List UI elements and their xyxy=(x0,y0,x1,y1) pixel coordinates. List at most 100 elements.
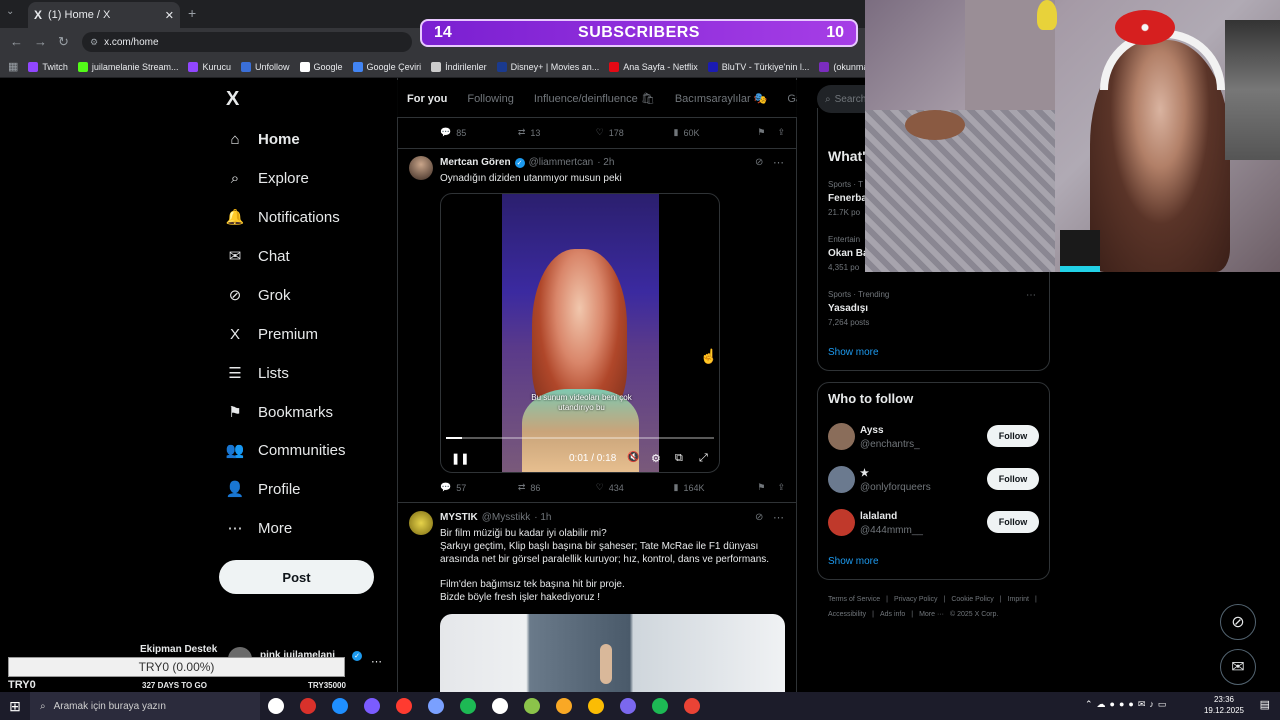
footer-link[interactable]: More ··· xyxy=(919,609,944,621)
trend-item[interactable]: Sports · T Fenerba 21.7K po xyxy=(828,178,867,220)
follow-button[interactable]: Follow xyxy=(987,425,1039,447)
sidebar-item-lists[interactable]: ☰ Lists xyxy=(226,364,289,383)
browser-tab[interactable]: X (1) Home / X ✕ xyxy=(28,2,180,28)
bookmark-item[interactable]: İndirilenler xyxy=(431,61,487,72)
taskbar-app-icon[interactable] xyxy=(452,692,484,720)
bookmark-item[interactable]: Twitch xyxy=(28,61,68,72)
sidebar-item-home[interactable]: ⌂ Home xyxy=(226,130,299,148)
messages-float-icon[interactable]: ✉ xyxy=(1220,649,1256,685)
views-button[interactable]: ▮ 164K xyxy=(674,482,758,493)
fullscreen-icon[interactable]: ⤢ xyxy=(699,452,708,465)
url-bar[interactable]: ⚙ x.com/home xyxy=(82,32,412,52)
back-icon[interactable]: ← xyxy=(10,34,23,49)
bookmark-item[interactable]: Kurucu xyxy=(188,61,231,72)
sidebar-item-notifications[interactable]: 🔔 Notifications xyxy=(226,208,340,227)
avatar[interactable] xyxy=(409,511,433,535)
repost-button[interactable]: ⇄ 86 xyxy=(518,482,596,493)
like-button[interactable]: ♡ 434 xyxy=(596,482,674,493)
bookmark-item[interactable]: BluTV - Türkiye'nin l... xyxy=(707,61,809,72)
taskbar-app-icon[interactable] xyxy=(356,692,388,720)
taskbar-app-icon[interactable] xyxy=(260,692,292,720)
taskbar-app-icon[interactable] xyxy=(612,692,644,720)
close-tab-icon[interactable]: ✕ xyxy=(165,9,174,22)
taskbar-search-input[interactable]: ⌕ Aramak için buraya yazın xyxy=(30,692,260,720)
follow-button[interactable]: Follow xyxy=(987,511,1039,533)
account-more-icon[interactable]: ⋯ xyxy=(371,655,382,668)
post-time[interactable]: · 1h xyxy=(534,512,551,523)
follow-suggestion[interactable]: lalaland @444mmm__ xyxy=(860,510,923,538)
picture-in-picture-icon[interactable]: ⧉ xyxy=(675,452,683,465)
footer-link[interactable]: Accessibility xyxy=(828,609,866,621)
post-media-image[interactable] xyxy=(440,614,785,692)
follow-suggestion[interactable]: Ayss @enchantrs_ xyxy=(860,424,920,452)
taskbar-app-icon[interactable] xyxy=(644,692,676,720)
more-options-icon[interactable]: ⋯ xyxy=(773,156,784,169)
more-options-icon[interactable]: ⋯ xyxy=(773,511,784,524)
taskbar-app-icon[interactable] xyxy=(388,692,420,720)
system-tray-icons[interactable]: ⌃☁●●●✉♪▭ xyxy=(1085,699,1170,710)
sidebar-item-grok[interactable]: ⊘ Grok xyxy=(226,286,291,305)
share-icon[interactable]: ⇪ xyxy=(777,127,785,138)
trend-more-icon[interactable]: ⋯ xyxy=(1026,290,1036,301)
apps-grid-icon[interactable]: ▦ xyxy=(8,60,18,73)
trend-item[interactable]: Entertain Okan Ba 4,351 po xyxy=(828,233,869,275)
notification-center-icon[interactable]: ▤ xyxy=(1260,698,1270,711)
author-name[interactable]: Mertcan Gören xyxy=(440,157,511,168)
views-button[interactable]: ▮ 60K xyxy=(674,127,758,138)
sidebar-item-explore[interactable]: ⌕ Explore xyxy=(226,169,309,187)
tab-4[interactable]: Gala xyxy=(777,93,797,105)
reply-button[interactable]: 💬 85 xyxy=(440,127,518,138)
footer-link[interactable]: Ads info xyxy=(880,609,905,621)
video-player[interactable]: Bu sunum videoları beni çok utandırıyo b… xyxy=(440,193,720,473)
avatar[interactable] xyxy=(828,466,855,493)
footer-link[interactable]: © 2025 X Corp. xyxy=(950,609,998,621)
avatar[interactable] xyxy=(409,156,433,180)
trend-item[interactable]: Sports · Trending Yasadışı 7,264 posts xyxy=(828,288,889,330)
sidebar-item-profile[interactable]: 👤 Profile xyxy=(226,480,301,499)
footer-link[interactable]: Cookie Policy xyxy=(951,594,993,606)
reply-button[interactable]: 💬 57 xyxy=(440,482,518,493)
footer-link[interactable]: Terms of Service xyxy=(828,594,880,606)
sidebar-item-communities[interactable]: 👥 Communities xyxy=(226,441,346,460)
grok-post-icon[interactable]: ⊘ xyxy=(755,157,763,168)
taskbar-app-icon[interactable] xyxy=(484,692,516,720)
follow-button[interactable]: Follow xyxy=(987,468,1039,490)
sidebar-item-more[interactable]: ⋯ More xyxy=(226,519,293,538)
bookmark-item[interactable]: Google Çeviri xyxy=(352,61,421,72)
tab-0[interactable]: For you xyxy=(397,93,457,105)
bookmark-item[interactable]: Disney+ | Movies an... xyxy=(496,61,599,72)
author-handle[interactable]: @Mysstikk xyxy=(482,512,530,523)
trends-show-more[interactable]: Show more xyxy=(828,347,879,358)
footer-link[interactable]: Imprint xyxy=(1008,594,1029,606)
site-info-icon[interactable]: ⚙ xyxy=(90,37,98,48)
repost-button[interactable]: ⇄ 13 xyxy=(518,127,596,138)
settings-icon[interactable]: ⚙ xyxy=(651,452,661,465)
tab-3[interactable]: Bacımsaraylılar 🎭 xyxy=(665,92,778,105)
windows-start-icon[interactable]: ⊞ xyxy=(0,692,30,720)
bookmark-item[interactable]: Google xyxy=(299,61,343,72)
taskbar-app-icon[interactable] xyxy=(676,692,708,720)
sidebar-item-chat[interactable]: ✉ Chat xyxy=(226,247,290,266)
bookmark-item[interactable]: (okunmamış sayısı)... xyxy=(819,61,865,72)
who-to-follow-show-more[interactable]: Show more xyxy=(828,556,879,567)
post-button[interactable]: Post xyxy=(219,560,374,594)
sidebar-item-premium[interactable]: X Premium xyxy=(226,325,318,343)
taskbar-app-icon[interactable] xyxy=(548,692,580,720)
forward-icon[interactable]: → xyxy=(34,34,47,49)
grok-post-icon[interactable]: ⊘ xyxy=(755,512,763,523)
sidebar-item-bookmarks[interactable]: ⚑ Bookmarks xyxy=(226,403,333,422)
like-button[interactable]: ♡ 178 xyxy=(596,127,674,138)
avatar[interactable] xyxy=(828,423,855,450)
tab-1[interactable]: Following xyxy=(457,93,523,105)
x-logo-icon[interactable]: X xyxy=(226,88,239,111)
tab-search-icon[interactable]: ⌄ xyxy=(6,6,22,22)
pause-icon[interactable]: ❚❚ xyxy=(451,452,469,465)
avatar[interactable] xyxy=(828,509,855,536)
bookmark-icon[interactable]: ⚑ xyxy=(757,127,765,138)
reload-icon[interactable]: ↻ xyxy=(58,34,69,50)
bookmark-icon[interactable]: ⚑ xyxy=(757,482,765,493)
mute-icon[interactable]: 🔇 xyxy=(627,452,639,463)
grok-float-icon[interactable]: ⊘ xyxy=(1220,604,1256,640)
taskbar-app-icon[interactable] xyxy=(292,692,324,720)
author-name[interactable]: MYSTIK xyxy=(440,512,478,523)
